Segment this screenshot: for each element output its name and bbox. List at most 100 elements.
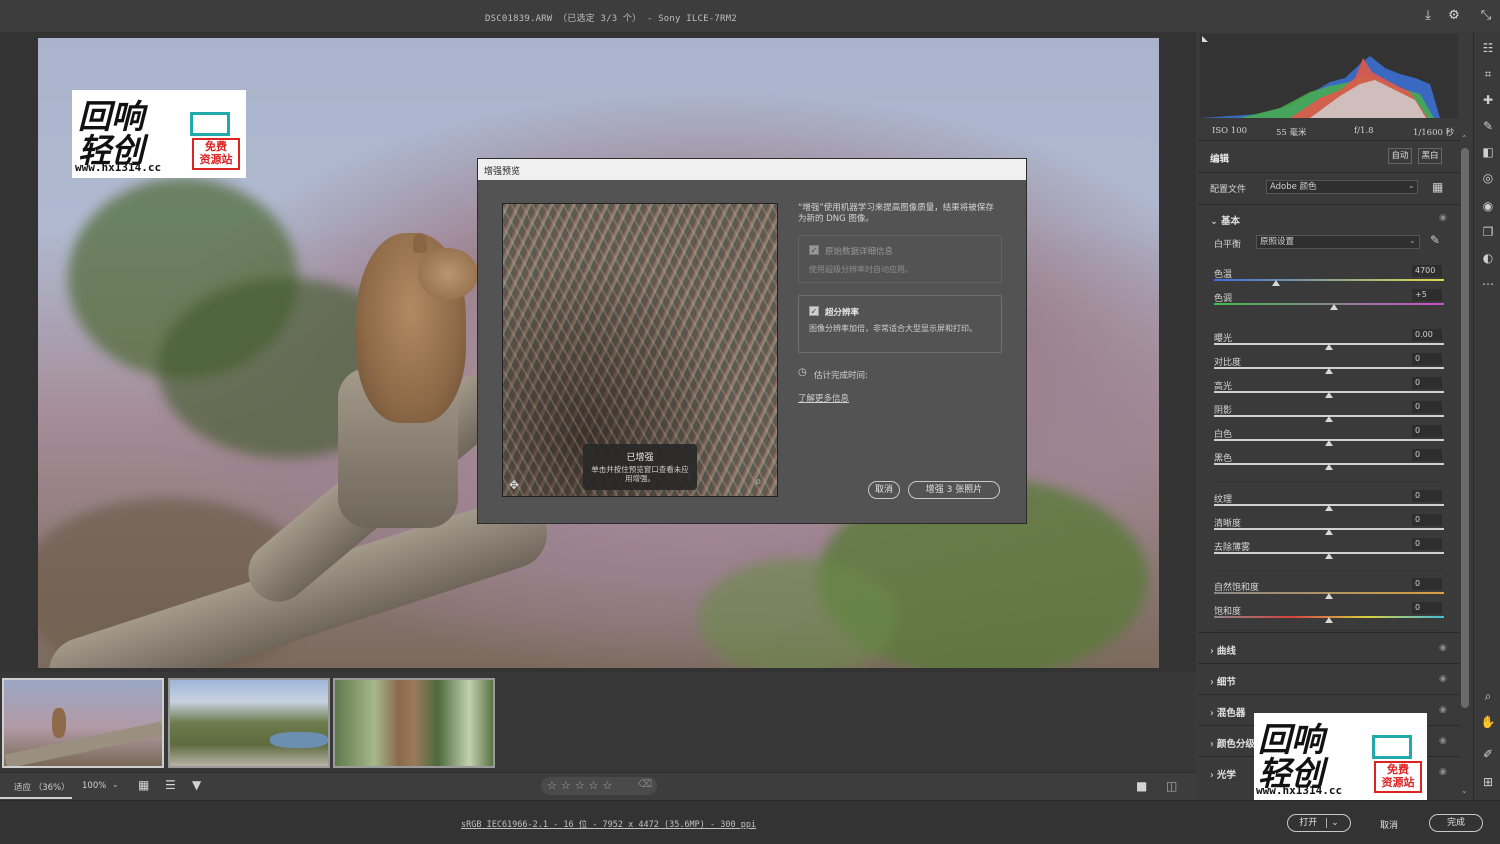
eyedropper-icon[interactable]: ✎ xyxy=(1430,233,1440,247)
eye-icon[interactable]: ◉ xyxy=(1439,674,1447,684)
redeye-icon[interactable]: ◉ xyxy=(1480,198,1496,214)
slider-value-input[interactable]: 0 xyxy=(1412,425,1442,437)
pan-icon[interactable]: ✥ xyxy=(509,478,519,492)
slider-value-input[interactable]: 4700 xyxy=(1412,265,1442,277)
hand-tool-icon[interactable]: ✋ xyxy=(1480,714,1496,730)
slider-handle[interactable] xyxy=(1325,553,1333,559)
gear-icon[interactable]: ⚙ xyxy=(1446,8,1462,24)
chevron-down-icon[interactable]: ⌄ xyxy=(1326,818,1339,828)
radial-icon[interactable]: ◎ xyxy=(1480,170,1496,186)
thumbnail-forest[interactable] xyxy=(333,678,495,768)
slider-handle[interactable] xyxy=(1325,505,1333,511)
bw-button[interactable]: 黑白 xyxy=(1418,148,1442,164)
super-resolution-checkbox[interactable]: ✓ xyxy=(809,306,819,316)
open-button[interactable]: 打开 ⌄ xyxy=(1287,814,1351,832)
slider-handle[interactable] xyxy=(1325,617,1333,623)
profile-select[interactable]: Adobe 颜色 xyxy=(1266,180,1418,194)
filter-icon[interactable]: ▼ xyxy=(192,778,201,792)
preview-window[interactable]: 已增强 单击并按住预览窗口查看未应用增强。 ✥ ⌕ xyxy=(502,203,778,497)
slider-handle[interactable] xyxy=(1325,464,1333,470)
learn-more-link[interactable]: 了解更多信息 xyxy=(798,392,849,404)
auto-button[interactable]: 自动 xyxy=(1388,148,1412,164)
crop-icon[interactable]: ⌗ xyxy=(1480,66,1496,82)
enhance-button[interactable]: 增强 3 张照片 xyxy=(908,481,1000,499)
chevron-down-icon[interactable]: ⌄ xyxy=(1408,181,1415,190)
slider-value-input[interactable]: 0 xyxy=(1412,538,1442,550)
section-header[interactable]: › 细节 xyxy=(1210,674,1236,688)
slider-value-input[interactable]: 0 xyxy=(1412,514,1442,526)
slider-handle[interactable] xyxy=(1329,304,1338,310)
eye-icon[interactable]: ◉ xyxy=(1439,767,1447,777)
sampler-icon[interactable]: ✐ xyxy=(1480,746,1496,762)
more-icon[interactable]: ⋯ xyxy=(1480,276,1496,292)
dialog-header: 增强预览 xyxy=(478,159,1026,180)
edit-label: 编辑 xyxy=(1210,154,1230,165)
chevron-down-icon[interactable]: ⌄ xyxy=(1409,236,1416,245)
zoom-tool-icon[interactable]: ⌕ xyxy=(1480,688,1496,704)
cancel-button[interactable]: 取消 xyxy=(1380,818,1398,831)
snapshots-icon[interactable]: ❐ xyxy=(1480,224,1496,240)
scroll-down-icon[interactable]: ⌄ xyxy=(1461,786,1468,795)
slider-value-input[interactable]: 0 xyxy=(1412,401,1442,413)
filmstrip-view-icon[interactable]: ▦ xyxy=(138,778,149,792)
grid-icon[interactable]: ⊞ xyxy=(1480,774,1496,790)
profile-browser-icon[interactable]: ▦ xyxy=(1432,180,1443,194)
compare-view-icon[interactable]: ◫ xyxy=(1166,779,1177,793)
slider-value-input[interactable]: 0 xyxy=(1412,602,1442,614)
healing-icon[interactable]: ✚ xyxy=(1480,92,1496,108)
title-bar: DSC01839.ARW （已选定 3/3 个） - Sony ILCE-7RM… xyxy=(0,0,1500,32)
slider-track[interactable] xyxy=(1214,279,1444,281)
slider-value-input[interactable]: 0 xyxy=(1412,377,1442,389)
slider-handle[interactable] xyxy=(1272,280,1281,286)
section-header[interactable]: › 光学 xyxy=(1210,767,1236,781)
collapse-icon[interactable]: ⤡ xyxy=(1478,8,1494,24)
thumbnail-squirrel[interactable] xyxy=(2,678,164,768)
slider-handle[interactable] xyxy=(1325,416,1333,422)
single-view-icon[interactable]: ■ xyxy=(1136,779,1147,793)
section-basic[interactable]: ⌄ 基本 xyxy=(1210,213,1240,227)
chevron-right-icon: › xyxy=(1210,739,1217,750)
panel-scrollbar[interactable]: ⌃ ⌄ xyxy=(1460,134,1472,800)
eye-icon[interactable]: ◉ xyxy=(1439,213,1447,223)
brush-icon[interactable]: ✎ xyxy=(1480,118,1496,134)
section-header[interactable]: › 混色器 xyxy=(1210,705,1245,719)
eye-icon[interactable]: ◉ xyxy=(1439,736,1447,746)
presets-icon[interactable]: ◐ xyxy=(1480,250,1496,266)
workflow-options-link[interactable]: sRGB IEC61966-2.1 - 16 位 - 7952 x 4472 (… xyxy=(461,818,756,830)
slider-handle[interactable] xyxy=(1325,368,1333,374)
thumbnail-mountain-lake[interactable] xyxy=(168,678,330,768)
slider-value-input[interactable]: +5 xyxy=(1412,289,1442,301)
clock-icon: ◷ xyxy=(798,367,807,378)
slider-handle[interactable] xyxy=(1325,593,1333,599)
save-icon[interactable]: ⤓ xyxy=(1420,8,1436,24)
section-header[interactable]: › 曲线 xyxy=(1210,643,1236,657)
slider-handle[interactable] xyxy=(1325,392,1333,398)
eye-icon[interactable]: ◉ xyxy=(1439,643,1447,653)
slider-handle[interactable] xyxy=(1325,344,1333,350)
sort-icon[interactable]: ☰ xyxy=(165,778,176,792)
slider-value-input[interactable]: 0.00 xyxy=(1412,329,1442,341)
fit-zoom[interactable]: 适应 （36%） xyxy=(14,781,70,793)
slider-value-input[interactable]: 0 xyxy=(1412,578,1442,590)
scroll-up-icon[interactable]: ⌃ xyxy=(1461,134,1468,143)
enhanced-badge: 已增强 单击并按住预览窗口查看未应用增强。 xyxy=(583,444,697,490)
slider-value-input[interactable]: 0 xyxy=(1412,490,1442,502)
slider-value-input[interactable]: 0 xyxy=(1412,353,1442,365)
chevron-down-icon[interactable]: ⌄ xyxy=(112,780,119,789)
zoom-icon[interactable]: ⌕ xyxy=(755,474,762,489)
cancel-button[interactable]: 取消 xyxy=(868,481,900,499)
gradient-icon[interactable]: ◧ xyxy=(1480,144,1496,160)
zoom-select[interactable]: 100% xyxy=(82,781,106,791)
section-header[interactable]: › 颜色分级 xyxy=(1210,736,1255,750)
slider-handle[interactable] xyxy=(1325,529,1333,535)
edit-panel: ISO 100 55 毫米 f/1.8 1/1600 秒 编辑 自动 黑白 配置… xyxy=(1198,32,1460,800)
edit-sliders-icon[interactable]: ☷ xyxy=(1480,40,1496,56)
slider-value-input[interactable]: 0 xyxy=(1412,449,1442,461)
done-button[interactable]: 完成 xyxy=(1429,814,1483,832)
wb-select[interactable]: 原照设置 xyxy=(1256,235,1420,249)
super-resolution-option[interactable]: ✓ 超分辨率 图像分辨率加倍，非常适合大型显示屏和打印。 xyxy=(798,295,1002,353)
slider-handle[interactable] xyxy=(1325,440,1333,446)
eye-icon[interactable]: ◉ xyxy=(1439,705,1447,715)
trash-icon[interactable]: ⌫ xyxy=(638,779,652,790)
exif-shutter: 1/1600 秒 xyxy=(1413,128,1455,138)
